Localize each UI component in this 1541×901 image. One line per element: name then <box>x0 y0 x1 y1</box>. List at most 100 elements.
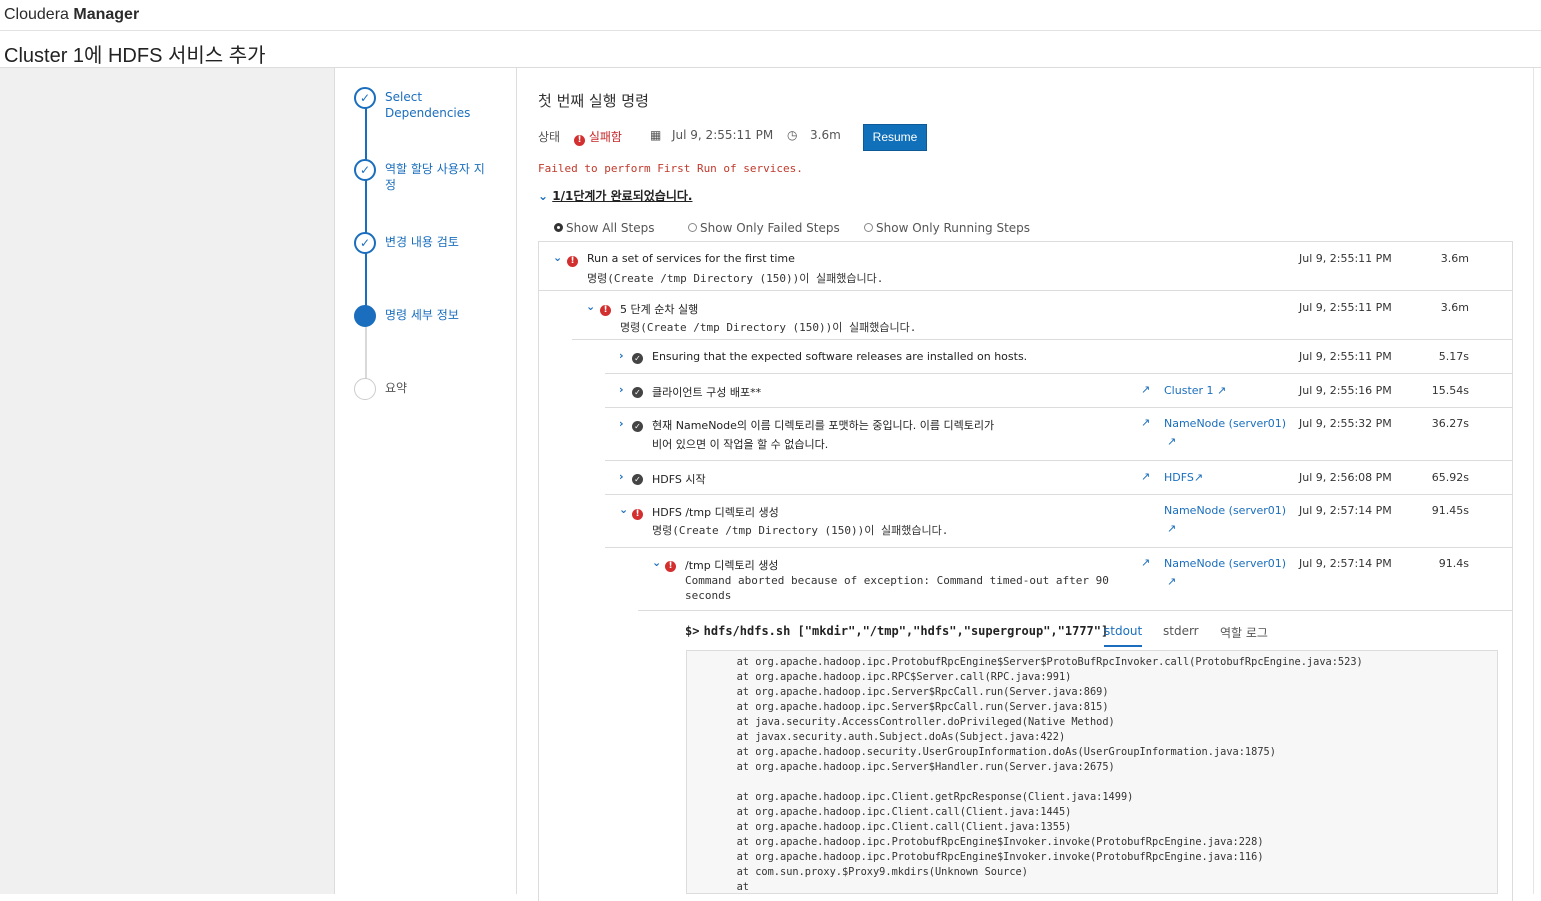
step-row: ⌄ ! /tmp 디렉토리 생성 Command aborted because… <box>638 548 1512 611</box>
step-duration: 91.4s <box>1438 557 1469 570</box>
chevron-right-icon[interactable]: › <box>619 383 624 396</box>
external-link-icon: ↗ <box>1193 471 1204 484</box>
wizard-step-label: 역할 할당 사용자 지정 <box>385 162 485 192</box>
log-text: at org.apache.hadoop.ipc.ProtobufRpcEngi… <box>736 656 1363 893</box>
step-link-text: HDFS <box>1164 471 1194 484</box>
error-icon: ! <box>600 305 611 316</box>
filter-running-steps[interactable]: Show Only Running Steps <box>864 221 1030 235</box>
error-icon: ! <box>574 135 585 146</box>
filter-label: Show Only Failed Steps <box>700 221 840 235</box>
wizard-step-label: 명령 세부 정보 <box>385 308 459 322</box>
stage-summary-toggle[interactable]: ⌄ 1/1단계가 완료되었습니다. <box>538 187 692 204</box>
tab-stdout[interactable]: stdout <box>1104 624 1143 647</box>
error-icon: ! <box>632 509 643 520</box>
command-line: $> hdfs/hdfs.sh ["mkdir","/tmp","hdfs","… <box>685 624 1108 638</box>
step-name: 5 단계 순차 실행 <box>620 303 699 316</box>
check-circle-icon: ✓ <box>632 421 643 432</box>
external-link-icon[interactable]: ↗ <box>1141 416 1150 429</box>
tab-stderr[interactable]: stderr <box>1163 624 1199 638</box>
step-link[interactable]: NameNode (server01) <box>1164 417 1286 430</box>
step-row: ⌄ ! Run a set of services for the first … <box>539 242 1512 291</box>
check-circle-icon: ✓ <box>632 387 643 398</box>
chevron-right-icon[interactable]: › <box>619 417 624 430</box>
filter-failed-steps[interactable]: Show Only Failed Steps <box>688 221 840 235</box>
wizard-step-label: 요약 <box>385 381 408 395</box>
step-time: Jul 9, 2:55:11 PM <box>1299 252 1392 265</box>
chevron-down-icon: ⌄ <box>538 189 549 203</box>
wizard-step-label: Select Dependencies <box>385 90 471 120</box>
command-duration: 3.6m <box>810 128 841 142</box>
step-row: › ✓ 클라이언트 구성 배포** ↗ Cluster 1 ↗ Jul 9, 2… <box>605 374 1512 408</box>
step-time: Jul 9, 2:55:32 PM <box>1299 417 1392 430</box>
step-time: Jul 9, 2:56:08 PM <box>1299 471 1392 484</box>
check-circle-icon: ✓ <box>632 474 643 485</box>
check-icon: ✓ <box>354 87 376 109</box>
step-duration: 3.6m <box>1440 252 1469 265</box>
left-pane <box>0 68 334 894</box>
external-link-icon[interactable]: ↗ <box>1141 556 1150 569</box>
check-circle-icon: ✓ <box>632 353 643 364</box>
main-content: 첫 번째 실행 명령 상태 ! 실패함 ▦ Jul 9, 2:55:11 PM … <box>518 68 1533 901</box>
step-link[interactable]: NameNode (server01) <box>1164 557 1286 570</box>
step-time: Jul 9, 2:55:16 PM <box>1299 384 1392 397</box>
status-badge: ! 실패함 <box>574 128 622 146</box>
error-icon: ! <box>665 561 676 572</box>
command-title: 첫 번째 실행 명령 <box>538 92 649 110</box>
step-duration: 3.6m <box>1440 301 1469 314</box>
step-row: ⌄ ! 5 단계 순차 실행 명령(Create /tmp Directory … <box>572 291 1512 340</box>
step-message-line2: seconds <box>685 589 732 602</box>
step-duration: 15.54s <box>1431 384 1469 397</box>
prompt-symbol: $> <box>685 624 700 638</box>
step-message: 명령(Create /tmp Directory (150))이 실패했습니다. <box>620 321 917 334</box>
external-link-icon[interactable]: ↗ <box>1141 470 1150 483</box>
radio-selected-icon <box>554 223 563 232</box>
filter-all-steps[interactable]: Show All Steps <box>554 221 654 235</box>
external-link-icon[interactable]: ↗ <box>1167 575 1176 588</box>
step-time: Jul 9, 2:55:11 PM <box>1299 301 1392 314</box>
scrollbar[interactable] <box>1533 68 1541 894</box>
step-link[interactable]: Cluster 1 ↗ <box>1164 384 1226 397</box>
step-name: /tmp 디렉토리 생성 <box>685 559 779 572</box>
radio-icon <box>688 223 697 232</box>
command-text: hdfs/hdfs.sh ["mkdir","/tmp","hdfs","sup… <box>703 624 1109 638</box>
check-icon: ✓ <box>354 159 376 181</box>
step-message: 명령(Create /tmp Directory (150))이 실패했습니다. <box>652 524 949 537</box>
filter-label: Show Only Running Steps <box>876 221 1031 235</box>
app-logo[interactable]: Cloudera Manager <box>4 6 139 24</box>
step-row: › ✓ Ensuring that the expected software … <box>605 340 1512 374</box>
chevron-down-icon[interactable]: ⌄ <box>553 251 562 264</box>
chevron-down-icon[interactable]: ⌄ <box>619 503 628 516</box>
step-name: 클라이언트 구성 배포** <box>652 386 762 399</box>
step-name: HDFS 시작 <box>652 473 706 486</box>
step-time: Jul 9, 2:57:14 PM <box>1299 504 1392 517</box>
external-link-icon[interactable]: ↗ <box>1141 383 1150 396</box>
chevron-right-icon[interactable]: › <box>619 349 624 362</box>
step-link[interactable]: NameNode (server01) <box>1164 504 1286 517</box>
tab-role-log[interactable]: 역할 로그 <box>1220 624 1268 641</box>
external-link-icon[interactable]: ↗ <box>1167 522 1176 535</box>
radio-icon <box>864 223 873 232</box>
check-icon: ✓ <box>354 232 376 254</box>
step-duration: 5.17s <box>1438 350 1469 363</box>
external-link-icon[interactable]: ↗ <box>1167 435 1176 448</box>
external-link-icon: ↗ <box>1217 384 1227 397</box>
chevron-down-icon[interactable]: ⌄ <box>586 300 595 313</box>
top-bar: Cloudera Manager <box>0 0 1541 31</box>
brand-prefix: Cloudera <box>4 6 74 23</box>
log-output[interactable]: at org.apache.hadoop.ipc.ProtobufRpcEngi… <box>686 650 1498 894</box>
step-duration: 65.92s <box>1431 471 1469 484</box>
step-row: › ✓ HDFS 시작 ↗ HDFS↗ Jul 9, 2:56:08 PM 65… <box>605 461 1512 495</box>
clock-icon: ◷ <box>787 128 798 142</box>
wizard-step-label: 변경 내용 검토 <box>385 235 459 249</box>
step-message: 명령(Create /tmp Directory (150))이 실패했습니다. <box>587 272 884 285</box>
chevron-right-icon[interactable]: › <box>619 470 624 483</box>
step-filters: Show All Steps Show Only Failed Steps Sh… <box>554 221 1034 237</box>
status-label: 상태 <box>538 130 561 144</box>
resume-button[interactable]: Resume <box>863 124 927 151</box>
step-link-text: Cluster 1 <box>1164 384 1214 397</box>
step-name: 현재 NameNode의 이름 디렉토리를 포맷하는 중입니다. 이름 디렉토리… <box>652 419 995 432</box>
step-link[interactable]: HDFS↗ <box>1164 471 1203 484</box>
step-name: HDFS /tmp 디렉토리 생성 <box>652 506 779 519</box>
chevron-down-icon[interactable]: ⌄ <box>652 556 661 569</box>
stage-summary-text: 1/1단계가 완료되었습니다. <box>552 189 693 203</box>
